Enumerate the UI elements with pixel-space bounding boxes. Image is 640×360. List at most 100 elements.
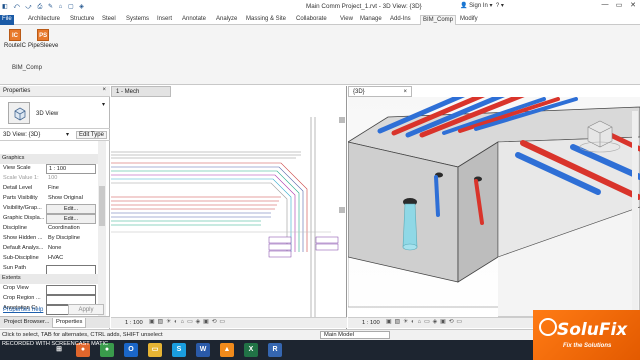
edit-type-button[interactable]: Edit Type: [76, 131, 107, 139]
mech-view-window[interactable]: 1 - Mech 1 : 100 ▣▧☀◐⌂▭◈▣⟲▭: [111, 86, 347, 329]
active-workset[interactable]: Main Model: [320, 331, 390, 339]
properties-help-link[interactable]: Properties help: [3, 307, 43, 313]
tab-analyze[interactable]: Analyze: [214, 15, 239, 25]
property-edit-button[interactable]: Edit...: [46, 214, 96, 224]
apply-button[interactable]: Apply: [68, 304, 104, 315]
property-value[interactable]: Fine: [46, 184, 96, 194]
property-edit-button[interactable]: Edit...: [46, 204, 96, 214]
title-bar: ◧ ⤺ ⤻ ⎙ ✎ ⌂ ▢ ◈ Main Comm Project_1.rvt …: [0, 0, 640, 14]
view-scale[interactable]: 1 : 100: [362, 320, 380, 326]
maximize-button[interactable]: ▭: [612, 1, 626, 12]
properties-header: Properties ×: [0, 86, 110, 97]
tab-bim-comp[interactable]: BIM_Comp: [420, 15, 457, 25]
property-section[interactable]: Extents: [0, 274, 98, 284]
property-value[interactable]: 100: [46, 174, 96, 184]
logo-name: SoluFix: [557, 320, 628, 340]
tab-mech-view[interactable]: 1 - Mech: [111, 86, 171, 97]
property-value[interactable]: Show Original: [46, 194, 96, 204]
pipesleeve-label: PipeSleeve: [28, 43, 59, 49]
type-selector[interactable]: 3D View ▾: [0, 97, 110, 129]
3d-model-render[interactable]: [348, 97, 640, 317]
property-row: Sun Path: [0, 264, 98, 275]
property-value[interactable]: By Discipline: [46, 234, 96, 244]
property-row: Crop Region ...: [0, 294, 98, 305]
tab-massing-site[interactable]: Massing & Site: [244, 15, 288, 25]
excel-icon[interactable]: X: [244, 343, 258, 357]
view-controls-icons[interactable]: ▣▧☀◐⌂▭◈▣⟲▭: [149, 319, 228, 325]
tab-architecture[interactable]: Architecture: [26, 15, 62, 25]
solufix-logo: SoluFix Fix the Solutions: [533, 310, 640, 360]
property-row: Default Analys... None: [0, 244, 98, 254]
quick-access-toolbar[interactable]: ◧ ⤺ ⤻ ⎙ ✎ ⌂ ▢ ◈: [2, 3, 86, 11]
chevron-down-icon: ▾: [66, 132, 70, 138]
pipesleeve-icon: PS: [37, 29, 50, 41]
panel-tabs: Project Browser... Properties: [0, 316, 110, 328]
window-title: Main Comm Project_1.rvt - 3D View: {3D}: [306, 3, 422, 10]
property-label: Detail Level: [3, 185, 33, 191]
3d-view-icon: [8, 102, 30, 124]
property-label: View Scale: [3, 165, 31, 171]
property-label: Sub-Discipline: [3, 255, 39, 261]
tab-file[interactable]: File: [0, 15, 14, 25]
property-label: Scale Value 1:: [3, 175, 39, 181]
outlook-icon[interactable]: O: [124, 343, 138, 357]
property-label: Show Hidden ...: [3, 235, 43, 241]
revit-icon[interactable]: R: [268, 343, 282, 357]
scrollbar-thumb[interactable]: [99, 186, 105, 226]
property-row: Graphic Displa... Edit...: [0, 214, 98, 224]
file-explorer-icon[interactable]: ▭: [148, 343, 162, 357]
tab-properties[interactable]: Properties: [52, 318, 87, 328]
instance-filter-value: 3D View: {3D}: [3, 132, 41, 138]
property-label: Crop View: [3, 285, 29, 291]
tab-modify[interactable]: Modify: [458, 15, 480, 25]
close-icon[interactable]: ×: [403, 89, 407, 95]
tab-steel[interactable]: Steel: [100, 15, 118, 25]
vlc-icon[interactable]: ▲: [220, 343, 234, 357]
property-value[interactable]: 1 : 100: [46, 164, 96, 174]
property-value[interactable]: HVAC: [46, 254, 96, 264]
tab-structure[interactable]: Structure: [68, 15, 96, 25]
property-value[interactable]: Coordination: [46, 224, 96, 234]
sign-in-button[interactable]: 👤 Sign In ▾ ? ▾: [460, 2, 504, 9]
recorder-watermark: RECORDED WITH SCREENCAST MATIC: [2, 341, 109, 347]
view-control-bar: 1 : 100 ▣▧☀◐⌂▭◈▣⟲▭: [111, 317, 347, 328]
properties-panel: Properties × 3D View ▾ 3D View: {3D} ▾ Ed…: [0, 86, 110, 329]
property-label: Sun Path: [3, 265, 27, 271]
tab-3d-view[interactable]: {3D} ×: [348, 86, 412, 97]
view-scale[interactable]: 1 : 100: [125, 320, 143, 326]
tab-view[interactable]: View: [338, 15, 355, 25]
tab-annotate[interactable]: Annotate: [180, 15, 208, 25]
close-button[interactable]: ✕: [626, 1, 640, 12]
tab-collaborate[interactable]: Collaborate: [294, 15, 329, 25]
close-icon[interactable]: ×: [102, 87, 106, 93]
type-name: 3D View: [36, 111, 59, 117]
property-row: Visibility/Grap... Edit...: [0, 204, 98, 214]
instance-filter-dropdown[interactable]: 3D View: {3D} ▾ Edit Type: [0, 130, 110, 141]
tab-project-browser[interactable]: Project Browser...: [1, 318, 52, 328]
skype-icon[interactable]: S: [172, 343, 186, 357]
tab-systems[interactable]: Systems: [124, 15, 151, 25]
routeic-label: RouteIC: [4, 43, 27, 49]
property-row: Scale Value 1: 100: [0, 174, 98, 184]
property-row: Parts Visibility Show Original: [0, 194, 98, 204]
routeic-button[interactable]: IC RouteIC: [4, 29, 26, 49]
property-value[interactable]: None: [46, 244, 96, 254]
edit-type-label: Edit Type: [79, 132, 104, 138]
status-hint: Click to select, TAB for alternates, CTR…: [2, 332, 163, 338]
tab-add-ins[interactable]: Add-Ins: [388, 15, 413, 25]
properties-title: Properties: [3, 88, 31, 94]
minimize-button[interactable]: —: [598, 1, 612, 12]
mech-plan-drawing[interactable]: [111, 97, 347, 317]
tab-manage[interactable]: Manage: [358, 15, 384, 25]
sign-in-label: Sign In: [469, 3, 488, 9]
property-row: Crop View: [0, 284, 98, 295]
pipesleeve-button[interactable]: PS PipeSleeve: [28, 29, 58, 49]
logo-tagline: Fix the Solutions: [563, 343, 612, 349]
property-label: Extents: [2, 275, 21, 281]
properties-scrollbar[interactable]: [98, 141, 106, 321]
property-section[interactable]: Graphics: [0, 154, 98, 164]
3d-view-window[interactable]: {3D} × 1: 100 ▣▧☀◐⌂▭◈▣⟲▭: [348, 86, 640, 329]
tab-insert[interactable]: Insert: [155, 15, 174, 25]
view-controls-icons[interactable]: ▣▧☀◐⌂▭◈▣⟲▭: [386, 319, 465, 325]
word-icon[interactable]: W: [196, 343, 210, 357]
